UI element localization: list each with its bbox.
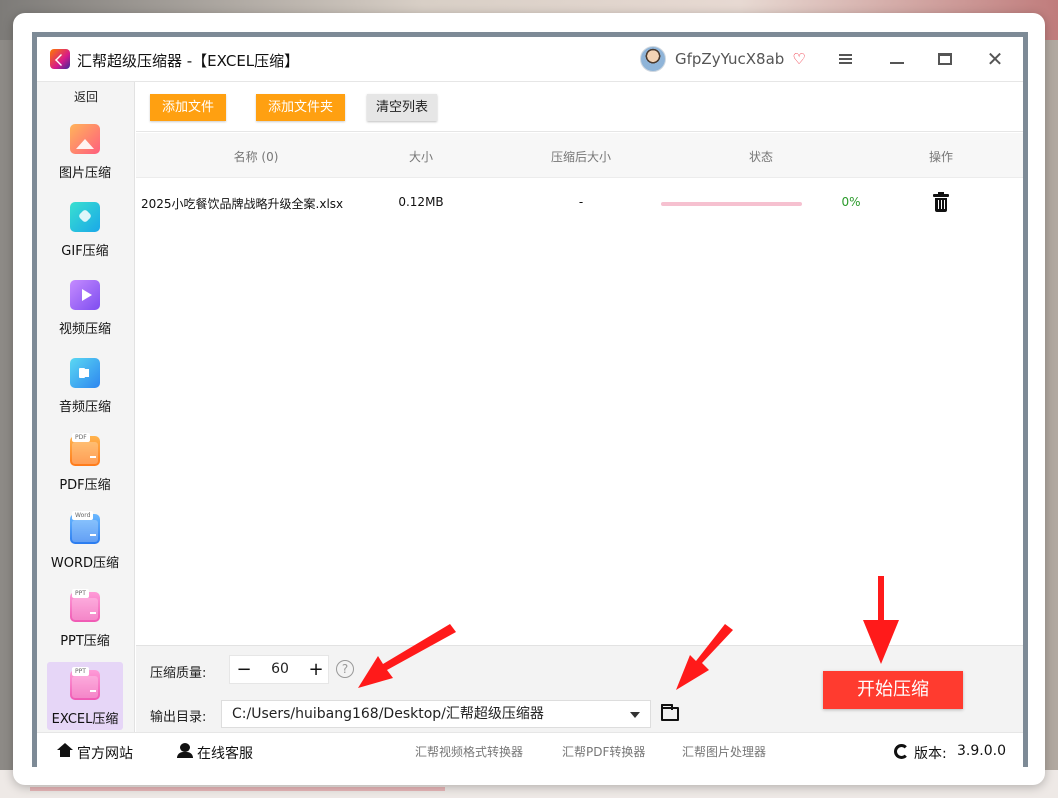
arrow-to-quality (358, 624, 456, 688)
annotation-arrows (358, 576, 899, 690)
arrow-to-folder (676, 624, 733, 690)
arrow-to-start (863, 576, 899, 664)
